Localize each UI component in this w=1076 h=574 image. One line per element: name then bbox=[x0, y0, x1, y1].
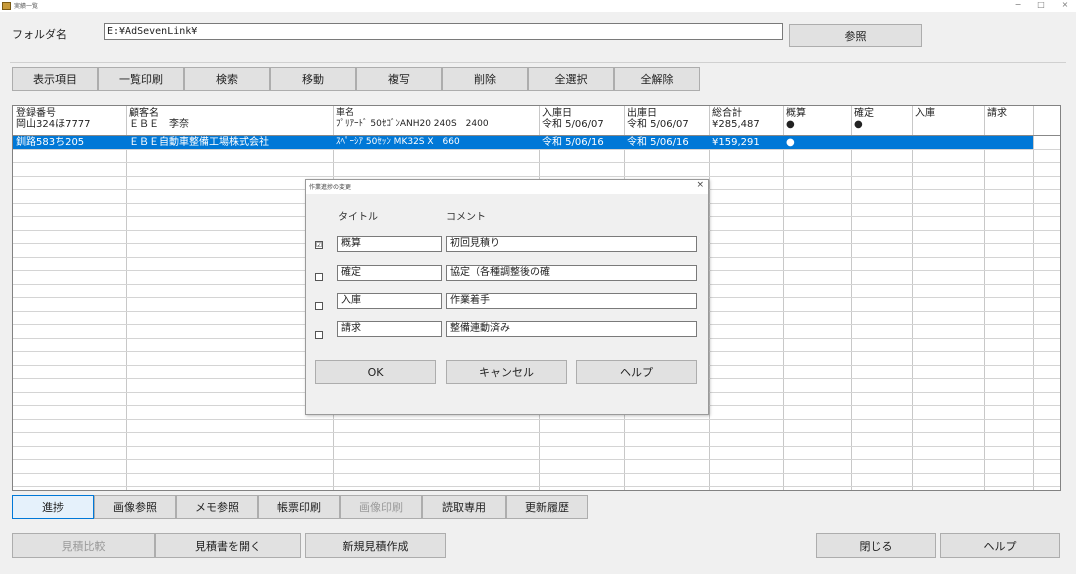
folder-path-field[interactable]: E:¥AdSevenLink¥ bbox=[104, 23, 783, 40]
tab-form-print[interactable]: 帳票印刷 bbox=[258, 495, 340, 519]
progress-change-dialog: 作業進捗の変更 × タイトル コメント ☑ 概算 初回見積り 確定 協定（各種調… bbox=[305, 179, 709, 415]
main-window: 実績一覧 − □ × フォルダ名 E:¥AdSevenLink¥ 参照 表示項目… bbox=[0, 0, 1076, 574]
window-title: 実績一覧 bbox=[14, 3, 39, 10]
dialog-title-bar: 作業進捗の変更 × bbox=[306, 180, 708, 194]
dialog-help-button[interactable]: ヘルプ bbox=[576, 360, 697, 384]
app-icon bbox=[2, 2, 11, 10]
tab-image-print[interactable]: 画像印刷 bbox=[340, 495, 422, 519]
cell-car: ｽﾍﾟｰｼｱ 50ｾｯﾝ MK32S X 660 bbox=[336, 137, 460, 147]
display-items-button[interactable]: 表示項目 bbox=[12, 67, 98, 91]
close-button[interactable]: 閉じる bbox=[816, 533, 936, 558]
cell-reg-no: 釧路583ち205 bbox=[16, 137, 85, 148]
column-header-confirmed[interactable]: 確定 ● bbox=[854, 108, 874, 130]
row-line bbox=[13, 432, 1060, 433]
estimate-comment-field[interactable]: 初回見積り bbox=[446, 236, 697, 252]
row-line bbox=[13, 162, 1060, 163]
tab-read-only[interactable]: 読取専用 bbox=[422, 495, 506, 519]
tab-image-reference[interactable]: 画像参照 bbox=[94, 495, 176, 519]
row-line bbox=[13, 473, 1060, 474]
billing-checkbox[interactable] bbox=[315, 331, 323, 339]
table-row-selected[interactable]: 釧路583ち205 ＥＢＥ自動車整備工場株式会社 ｽﾍﾟｰｼｱ 50ｾｯﾝ MK… bbox=[13, 136, 1033, 149]
dialog-close-icon[interactable]: × bbox=[696, 180, 704, 190]
ok-button[interactable]: OK bbox=[315, 360, 436, 384]
column-header-customer[interactable]: 顧客名 ＥＢＥ 李奈 bbox=[129, 108, 189, 130]
confirmed-comment-field[interactable]: 協定（各種調整後の確 bbox=[446, 265, 697, 281]
tab-progress[interactable]: 進捗 bbox=[12, 495, 94, 519]
folder-label: フォルダ名 bbox=[12, 28, 67, 41]
delete-button[interactable]: 削除 bbox=[442, 67, 528, 91]
maximize-button[interactable]: □ bbox=[1034, 0, 1048, 9]
billing-comment-field[interactable]: 整備連動済み bbox=[446, 321, 697, 337]
title-bar: 実績一覧 − □ × bbox=[0, 0, 1076, 12]
row-line bbox=[13, 486, 1060, 487]
row-line bbox=[13, 176, 1060, 177]
tab-update-history[interactable]: 更新履歴 bbox=[506, 495, 588, 519]
column-header-estimate[interactable]: 概算 ● bbox=[786, 108, 806, 130]
row-line bbox=[13, 419, 1060, 420]
compare-estimates-button[interactable]: 見積比較 bbox=[12, 533, 155, 558]
column-header-intake[interactable]: 入庫 bbox=[915, 108, 935, 119]
cell-total: ¥159,291 bbox=[712, 137, 760, 148]
column-header-billing[interactable]: 請求 bbox=[987, 108, 1007, 119]
copy-button[interactable]: 複写 bbox=[356, 67, 442, 91]
estimate-checkbox[interactable]: ☑ bbox=[315, 241, 323, 249]
cell-estimate: ● bbox=[786, 137, 795, 148]
column-header-total[interactable]: 総合計 ¥285,487 bbox=[712, 108, 760, 130]
browse-button[interactable]: 参照 bbox=[789, 24, 922, 47]
tab-memo-reference[interactable]: メモ参照 bbox=[176, 495, 258, 519]
row-line bbox=[13, 446, 1060, 447]
cell-in-date: 令和 5/06/16 bbox=[542, 137, 604, 148]
open-estimate-button[interactable]: 見積書を開く bbox=[155, 533, 301, 558]
cancel-button[interactable]: キャンセル bbox=[446, 360, 567, 384]
select-all-button[interactable]: 全選択 bbox=[528, 67, 614, 91]
separator bbox=[10, 62, 1066, 63]
estimate-title-field[interactable]: 概算 bbox=[337, 236, 442, 252]
column-header-car[interactable]: 車名 ﾌﾟﾘｱｰﾄﾞ 50ｾｺﾞﾝANH20 240S 2400 bbox=[336, 108, 489, 130]
title-column-label: タイトル bbox=[338, 212, 378, 223]
deselect-all-button[interactable]: 全解除 bbox=[614, 67, 700, 91]
new-estimate-button[interactable]: 新規見積作成 bbox=[305, 533, 446, 558]
comment-column-label: コメント bbox=[446, 212, 486, 223]
intake-title-field[interactable]: 入庫 bbox=[337, 293, 442, 309]
list-print-button[interactable]: 一覧印刷 bbox=[98, 67, 184, 91]
close-window-button[interactable]: × bbox=[1058, 0, 1072, 9]
billing-title-field[interactable]: 請求 bbox=[337, 321, 442, 337]
column-header-out-date[interactable]: 出庫日 令和 5/06/07 bbox=[627, 108, 689, 130]
cell-customer: ＥＢＥ自動車整備工場株式会社 bbox=[129, 137, 269, 148]
intake-checkbox[interactable] bbox=[315, 302, 323, 310]
search-button[interactable]: 検索 bbox=[184, 67, 270, 91]
minimize-button[interactable]: − bbox=[1011, 0, 1025, 9]
cell-out-date: 令和 5/06/16 bbox=[627, 137, 689, 148]
row-line bbox=[13, 459, 1060, 460]
column-header-in-date[interactable]: 入庫日 令和 5/06/07 bbox=[542, 108, 604, 130]
move-button[interactable]: 移動 bbox=[270, 67, 356, 91]
dialog-title: 作業進捗の変更 bbox=[309, 184, 352, 191]
help-button[interactable]: ヘルプ bbox=[940, 533, 1060, 558]
column-header-reg-no[interactable]: 登録番号 岡山324ほ7777 bbox=[16, 108, 91, 130]
row-line bbox=[13, 149, 1060, 150]
intake-comment-field[interactable]: 作業着手 bbox=[446, 293, 697, 309]
confirmed-checkbox[interactable] bbox=[315, 273, 323, 281]
confirmed-title-field[interactable]: 確定 bbox=[337, 265, 442, 281]
